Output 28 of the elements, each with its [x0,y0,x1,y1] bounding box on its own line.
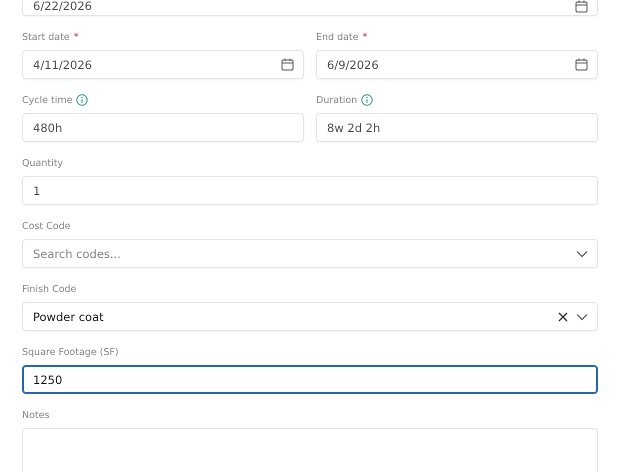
field-label: Quantity [22,158,64,168]
calendar-icon[interactable] [281,58,294,71]
field-label: Square Footage (SF) [22,346,119,358]
field-label: Start date [22,32,70,42]
date-field[interactable]: 6/22/2026 [22,0,598,16]
input-field[interactable]: 1250 [22,365,598,394]
chevron-down-icon[interactable] [576,250,588,258]
date-field[interactable]: 6/9/2026 [316,50,598,79]
field-label: Notes [22,410,50,420]
required-mark: * [74,32,79,42]
field-label: End date [316,32,358,42]
input-field[interactable]: 480h [22,113,304,142]
clear-icon[interactable] [558,312,568,322]
field-label: Duration [316,94,358,106]
info-icon[interactable] [76,94,88,106]
calendar-icon[interactable] [575,0,588,12]
field-label: Finish Code [22,284,76,294]
date-field[interactable]: 4/11/2026 [22,50,304,79]
info-icon[interactable] [361,94,374,106]
field-label: Cycle time [22,94,72,106]
input-field[interactable]: 8w 2d 2h [316,113,598,142]
input-field[interactable]: 1 [22,176,598,205]
field-label: Cost Code [22,220,70,232]
chevron-down-icon[interactable] [576,312,588,320]
calendar-icon[interactable] [575,58,588,71]
required-mark: * [362,32,368,42]
select-field[interactable]: Search codes... [22,239,598,268]
select-field[interactable]: Powder coat [22,302,598,331]
